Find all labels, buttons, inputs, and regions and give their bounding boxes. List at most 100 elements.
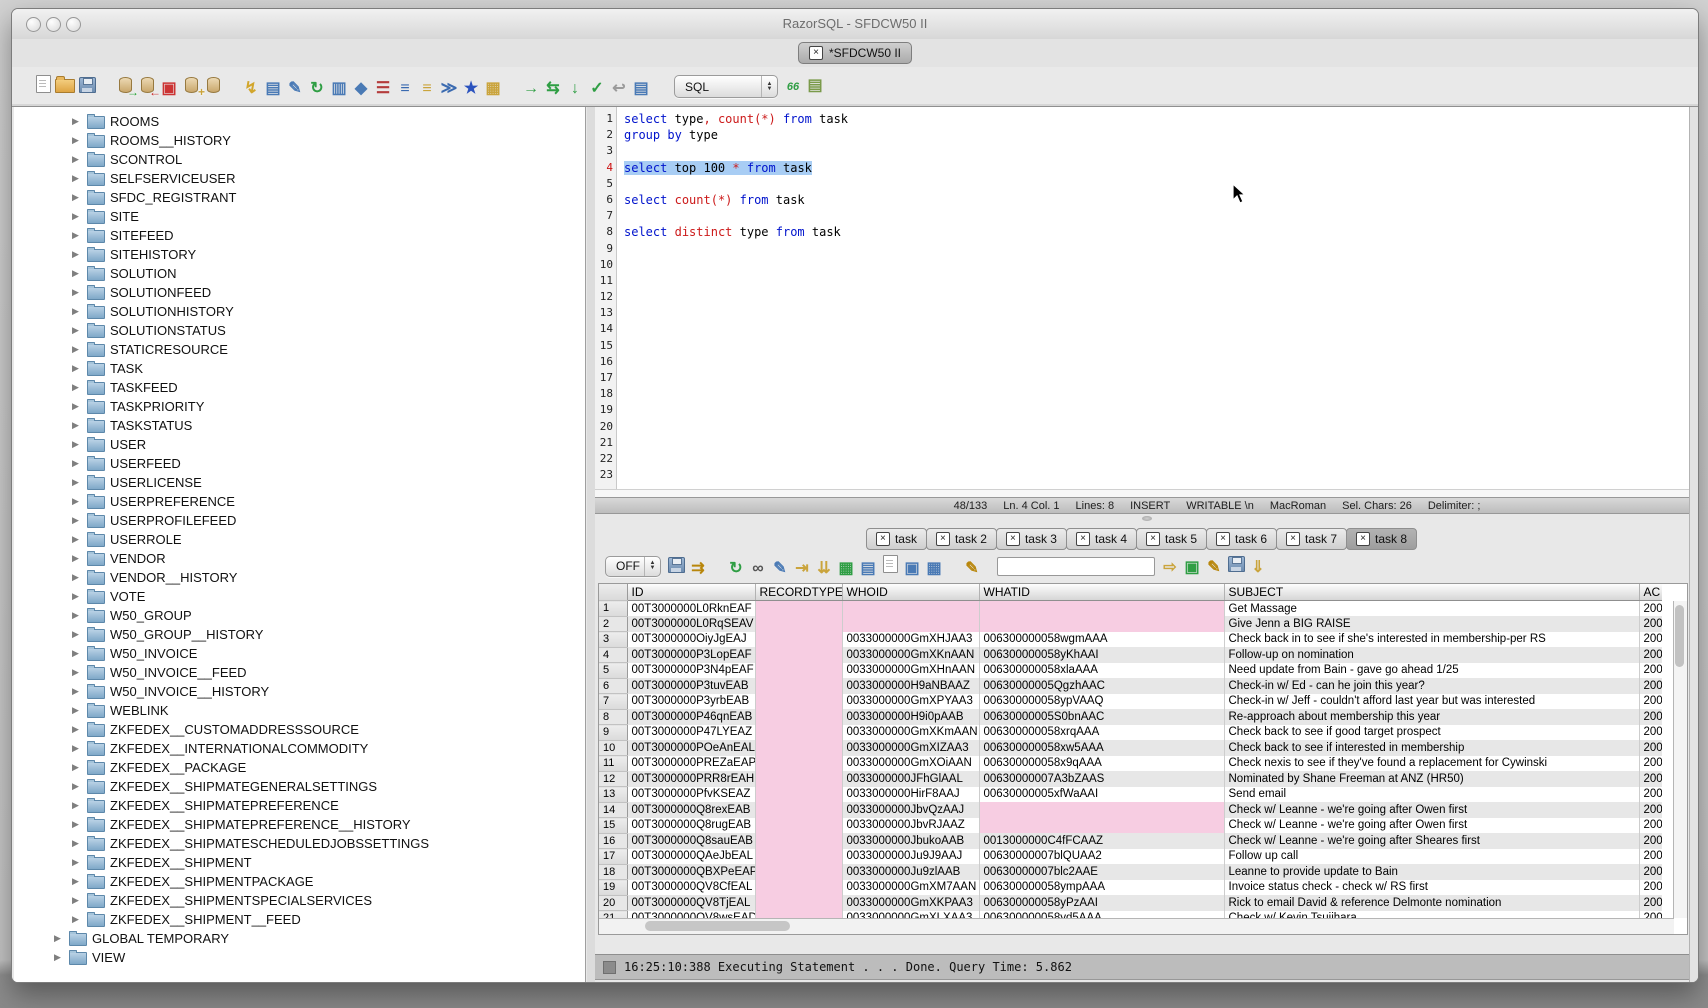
null-cell[interactable] <box>979 616 1224 632</box>
data-cell[interactable]: Check-in w/ Jeff - couldn't afford last … <box>1224 694 1639 710</box>
sql-script-icon[interactable]: ▥ <box>328 78 350 100</box>
data-cell[interactable]: 00630000007A3bZAAS <box>979 771 1224 787</box>
null-cell[interactable] <box>755 756 842 772</box>
data-cell[interactable]: Give Jenn a BIG RAISE <box>1224 616 1639 632</box>
column-header-recordtypeid[interactable]: RECORDTYPEID <box>755 584 842 601</box>
data-cell[interactable]: 006300000058xrqAAA <box>979 725 1224 741</box>
data-cell[interactable]: 200 <box>1639 725 1662 741</box>
data-cell[interactable]: 200 <box>1639 895 1662 911</box>
tree-item-solutionstatus[interactable]: ▶SOLUTIONSTATUS <box>14 321 585 340</box>
tree-item-sitehistory[interactable]: ▶SITEHISTORY <box>14 245 585 264</box>
disclosure-triangle-icon[interactable]: ▶ <box>72 287 82 298</box>
single-record-view-icon[interactable]: ▤ <box>857 558 879 580</box>
row-number[interactable]: 14 <box>599 802 627 818</box>
data-cell[interactable]: 200 <box>1639 864 1662 880</box>
sort-filter-icon[interactable]: ⇉ <box>687 558 709 580</box>
null-cell[interactable] <box>755 647 842 663</box>
data-cell[interactable]: 200 <box>1639 756 1662 772</box>
data-cell[interactable]: 006300000058x9qAAA <box>979 756 1224 772</box>
disclosure-triangle-icon[interactable]: ▶ <box>72 667 82 678</box>
data-cell[interactable]: 00630000005QgzhAAC <box>979 678 1224 694</box>
disclosure-triangle-icon[interactable]: ▶ <box>72 686 82 697</box>
disclosure-triangle-icon[interactable]: ▶ <box>72 724 82 735</box>
tree-item-w50-invoice-feed[interactable]: ▶W50_INVOICE__FEED <box>14 663 585 682</box>
row-number[interactable]: 6 <box>599 678 627 694</box>
data-cell[interactable]: 00T3000000Q8rexEAB <box>627 802 755 818</box>
disclosure-triangle-icon[interactable]: ▶ <box>72 534 82 545</box>
tree-item-w50-group[interactable]: ▶W50_GROUP <box>14 606 585 625</box>
tree-item-user[interactable]: ▶USER <box>14 435 585 454</box>
data-cell[interactable]: 00T3000000P47LYEAZ <box>627 725 755 741</box>
data-cell[interactable]: 200 <box>1639 787 1662 803</box>
scrollbar-thumb[interactable] <box>645 921 790 931</box>
document-tab[interactable]: × *SFDCW50 II <box>798 42 912 64</box>
data-cell[interactable]: 00T3000000PfvKSEAZ <box>627 787 755 803</box>
disclosure-triangle-icon[interactable]: ▶ <box>72 515 82 526</box>
row-number[interactable]: 9 <box>599 725 627 741</box>
disclosure-triangle-icon[interactable]: ▶ <box>72 781 82 792</box>
tab-close-icon[interactable]: × <box>1006 532 1020 546</box>
tree-item-staticresource[interactable]: ▶STATICRESOURCE <box>14 340 585 359</box>
tree-item-userpreference[interactable]: ▶USERPREFERENCE <box>14 492 585 511</box>
execute-all-icon[interactable]: ⇆ <box>542 78 564 100</box>
inspect-row-icon[interactable]: ∞ <box>747 558 769 580</box>
tree-item-userrole[interactable]: ▶USERROLE <box>14 530 585 549</box>
tree-item-solution[interactable]: ▶SOLUTION <box>14 264 585 283</box>
tree-item-zkfedex-shipmentpackage[interactable]: ▶ZKFEDEX__SHIPMENTPACKAGE <box>14 872 585 891</box>
data-cell[interactable]: 00630000005xfWaAAI <box>979 787 1224 803</box>
disclosure-triangle-icon[interactable]: ▶ <box>72 382 82 393</box>
data-cell[interactable]: 00T3000000L0RqSEAV <box>627 616 755 632</box>
save-results-icon[interactable] <box>665 554 687 576</box>
data-cell[interactable]: 0033000000GmXIZAA3 <box>842 740 979 756</box>
null-cell[interactable] <box>755 616 842 632</box>
text-export-view-icon[interactable] <box>879 553 901 575</box>
data-cell[interactable]: 006300000058yPzAAI <box>979 895 1224 911</box>
data-cell[interactable]: 200 <box>1639 849 1662 865</box>
disclosure-triangle-icon[interactable]: ▶ <box>72 135 82 146</box>
copy-selection-icon[interactable]: ▣ <box>901 558 923 580</box>
tree-item-task[interactable]: ▶TASK <box>14 359 585 378</box>
table-row[interactable]: 1600T3000000Q8sauEAB0033000000JbukoAAB00… <box>599 833 1662 849</box>
null-cell[interactable] <box>755 880 842 896</box>
table-row[interactable]: 1800T3000000QBXPeEAP0033000000Ju9zlAAB00… <box>599 864 1662 880</box>
null-cell[interactable] <box>755 740 842 756</box>
row-number[interactable]: 10 <box>599 740 627 756</box>
data-cell[interactable]: 200 <box>1639 601 1662 617</box>
data-cell[interactable]: 00630000007blc2AAE <box>979 864 1224 880</box>
tree-item-userfeed[interactable]: ▶USERFEED <box>14 454 585 473</box>
null-cell[interactable] <box>755 771 842 787</box>
tree-item-view[interactable]: ▶VIEW <box>14 948 585 967</box>
null-cell[interactable] <box>979 802 1224 818</box>
column-header-ac[interactable]: AC <box>1639 584 1662 601</box>
grid-horizontal-scrollbar[interactable] <box>599 918 1674 934</box>
tree-item-sitefeed[interactable]: ▶SITEFEED <box>14 226 585 245</box>
tree-item-solutionfeed[interactable]: ▶SOLUTIONFEED <box>14 283 585 302</box>
tab-close-icon[interactable]: × <box>1076 532 1090 546</box>
disclosure-triangle-icon[interactable]: ▶ <box>72 762 82 773</box>
result-tab-task[interactable]: ×task <box>866 528 927 550</box>
disclosure-triangle-icon[interactable]: ▶ <box>54 952 64 963</box>
tree-item-userlicense[interactable]: ▶USERLICENSE <box>14 473 585 492</box>
stepper-arrows-icon[interactable]: ▲▼ <box>761 76 777 97</box>
tree-item-zkfedex-internationalcommodity[interactable]: ▶ZKFEDEX__INTERNATIONALCOMMODITY <box>14 739 585 758</box>
table-row[interactable]: 1900T3000000QV8CfEAL0033000000GmXM7AAN00… <box>599 880 1662 896</box>
tree-item-site[interactable]: ▶SITE <box>14 207 585 226</box>
data-cell[interactable]: 00T3000000Q8rugEAB <box>627 818 755 834</box>
tree-item-vote[interactable]: ▶VOTE <box>14 587 585 606</box>
result-tab-task-7[interactable]: ×task 7 <box>1276 528 1347 550</box>
disconnect-database-icon[interactable]: ← <box>136 74 158 96</box>
table-row[interactable]: 1200T3000000PRR8rEAH0033000000JFhGlAAL00… <box>599 771 1662 787</box>
comment-code-icon[interactable]: ≫ <box>438 78 460 100</box>
disclosure-triangle-icon[interactable]: ▶ <box>72 363 82 374</box>
disclosure-triangle-icon[interactable]: ▶ <box>72 819 82 830</box>
disclosure-triangle-icon[interactable]: ▶ <box>72 914 82 925</box>
database-icon[interactable] <box>202 74 224 96</box>
disclosure-triangle-icon[interactable]: ▶ <box>72 610 82 621</box>
copy-table-icon[interactable]: ▦ <box>923 558 945 580</box>
schema-tree[interactable]: ▶ROOMS▶ROOMS__HISTORY▶SCONTROL▶SELFSERVI… <box>14 107 586 982</box>
column-header-subject[interactable]: SUBJECT <box>1224 584 1639 601</box>
table-row[interactable]: 1100T3000000PREZaEAP0033000000GmXOiAAN00… <box>599 756 1662 772</box>
stepper-arrows-icon[interactable]: ▲▼ <box>644 557 660 576</box>
table-row[interactable]: 1400T3000000Q8rexEAB0033000000JbvQzAAJCh… <box>599 802 1662 818</box>
view-contents-icon[interactable]: ▤ <box>630 78 652 100</box>
